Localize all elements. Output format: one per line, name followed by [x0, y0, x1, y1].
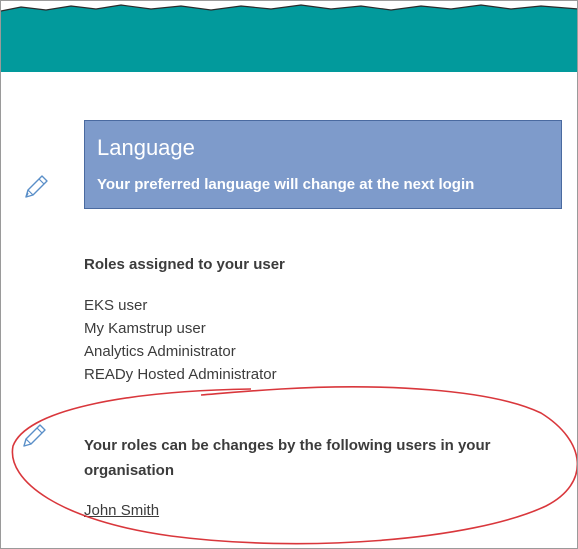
screenshot-frame: Language Your preferred language will ch… [0, 0, 578, 549]
role-item: My Kamstrup user [84, 320, 206, 337]
language-notice: Your preferred language will change at t… [97, 176, 475, 193]
roles-list: EKS user My Kamstrup user Analytics Admi… [84, 294, 277, 386]
roles-heading: Roles assigned to your user [84, 256, 285, 273]
role-manager-user-link[interactable]: John Smith [84, 502, 159, 519]
language-title: Language [97, 135, 195, 160]
pencil-icon[interactable] [19, 421, 49, 451]
role-item: Analytics Administrator [84, 343, 236, 360]
header-banner [1, 4, 577, 72]
role-item: READy Hosted Administrator [84, 366, 277, 383]
pencil-icon[interactable] [21, 172, 51, 202]
language-panel: Language Your preferred language will ch… [84, 120, 562, 209]
role-managers-heading: Your roles can be changes by the followi… [84, 433, 577, 483]
role-managers-heading-line1: Your roles can be changes by the followi… [84, 437, 491, 454]
role-managers-heading-line2: organisation [84, 462, 175, 479]
role-item: EKS user [84, 297, 148, 314]
